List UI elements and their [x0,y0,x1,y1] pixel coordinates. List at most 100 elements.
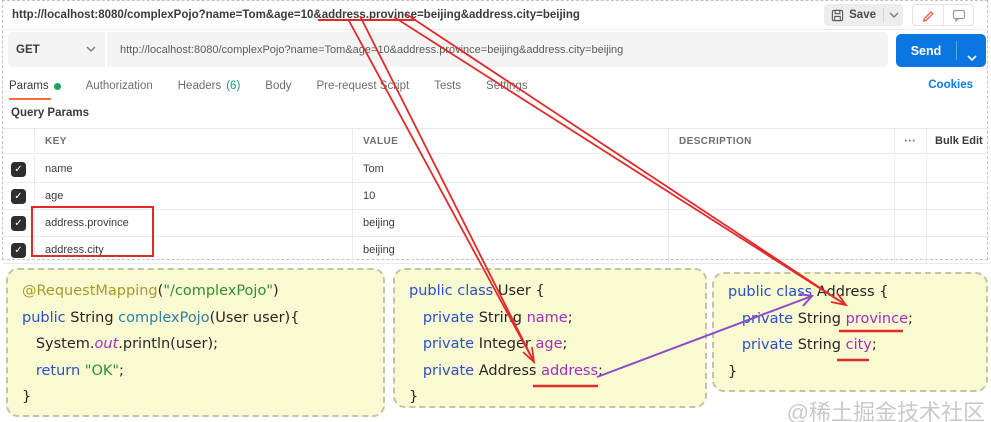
comment-button[interactable] [943,5,973,25]
url-input[interactable]: http://localhost:8080/complexPojo?name=T… [107,32,888,67]
param-description[interactable] [668,183,894,210]
postman-request-panel: http://localhost:8080/complexPojo?name=T… [2,0,989,264]
tab-headers-label: Headers [177,80,222,92]
code-token: ; [908,310,913,327]
code-token: Address [478,362,542,379]
save-button[interactable]: Save [824,4,903,26]
code-token: "OK" [84,362,120,379]
row-spacer [926,156,989,183]
pencil-edit-icon [922,11,934,22]
code-line: private Address address; [409,358,705,385]
code-line: private String name; [409,305,705,332]
row-spacer [894,237,926,264]
code-token: private [728,310,798,327]
bulk-edit-button[interactable]: Bulk Edit [926,129,989,154]
code-token: } [728,363,738,380]
code-line: private String province; [728,306,986,333]
code-token: complexPojo [118,309,210,326]
code-token: age [535,336,563,352]
row-checkbox[interactable]: ✓ [11,242,26,258]
tab-pre-request-script-label: Pre-request Script [316,80,410,92]
send-chevron-down-icon[interactable] [957,41,986,61]
param-value[interactable]: beijing [352,210,668,237]
tab-params[interactable]: Params [9,71,61,101]
floppy-save-icon [831,9,844,21]
code-line: public class Address { [728,279,986,306]
code-token: User { [497,283,545,299]
headers-count-badge: (6) [226,80,241,92]
column-header-description: DESCRIPTION [668,129,894,154]
cookies-link[interactable]: Cookies [928,71,973,101]
code-token: address [541,362,599,379]
request-title-bar: http://localhost:8080/complexPojo?name=T… [3,1,987,30]
code-token: System. [22,336,95,352]
code-token: out [94,336,119,352]
param-description[interactable] [668,210,894,237]
screenshot-canvas: http://localhost:8080/complexPojo?name=T… [0,0,991,422]
code-line: } [409,384,705,411]
check-icon: ✓ [14,163,23,175]
param-key[interactable]: address.province [34,210,352,237]
param-key[interactable]: name [34,156,352,183]
edit-button[interactable] [913,5,943,25]
url-input-value: http://localhost:8080/complexPojo?name=T… [120,43,624,56]
tab-tests[interactable]: Tests [434,71,461,101]
column-header-key: KEY [34,129,352,154]
param-key[interactable]: age [34,183,352,210]
send-button-label: Send [910,43,942,58]
param-value[interactable]: beijing [352,237,668,264]
tab-settings[interactable]: Settings [486,71,528,101]
param-description[interactable] [668,156,894,183]
row-spacer [894,183,926,210]
row-spacer [894,156,926,183]
row-checkbox-cell: ✓ [3,156,34,183]
code-token: ; [598,362,603,379]
tab-headers[interactable]: Headers (6) [178,71,241,101]
row-spacer [894,210,926,237]
params-active-dot [53,82,61,90]
header-checkbox-cell [3,129,34,154]
row-checkbox[interactable]: ✓ [11,215,26,231]
code-token: province [845,310,909,327]
tab-body-label: Body [265,80,292,92]
code-token: ) [272,283,279,299]
param-description[interactable] [668,237,894,264]
request-tabs: Params Authorization Headers (6) Body Pr… [9,71,983,101]
save-button-label: Save [849,9,876,21]
tab-authorization-label: Authorization [85,80,153,92]
code-token: .println(user); [118,336,218,352]
check-icon: ✓ [14,217,23,229]
code-token: ; [119,362,124,379]
code-line: } [22,384,383,411]
row-checkbox-cell: ✓ [3,183,34,210]
param-key[interactable]: address.city [34,237,352,264]
row-checkbox-cell: ✓ [3,210,34,237]
method-label: GET [16,43,40,56]
row-checkbox[interactable]: ✓ [11,161,26,177]
param-value[interactable]: Tom [352,156,668,183]
param-value[interactable]: 10 [352,183,668,210]
code-line: public class User { [409,278,705,305]
more-actions-icon[interactable]: ••• [894,129,926,154]
send-button[interactable]: Send [896,34,986,67]
method-chevron-down-icon [86,46,96,52]
save-chevron-down-icon[interactable] [889,12,899,18]
code-panel-user-class: public class User { private String name;… [393,268,707,408]
save-divider [883,8,884,22]
code-line: private Integer age; [409,331,705,358]
tab-body[interactable]: Body [265,71,291,101]
code-token: public class [409,283,498,299]
edit-comment-toolbar [912,4,974,26]
row-checkbox-cell: ✓ [3,237,34,264]
tab-authorization[interactable]: Authorization [86,71,153,101]
check-icon: ✓ [14,190,23,202]
code-line: } [728,359,986,386]
code-token: return [22,362,85,379]
comment-bubble-icon [952,9,965,22]
row-checkbox[interactable]: ✓ [11,188,26,204]
code-token: } [22,389,32,405]
code-token: public class [728,284,817,300]
tab-pre-request-script[interactable]: Pre-request Script [317,71,410,101]
method-select[interactable]: GET [8,32,105,67]
code-token: } [409,389,419,405]
